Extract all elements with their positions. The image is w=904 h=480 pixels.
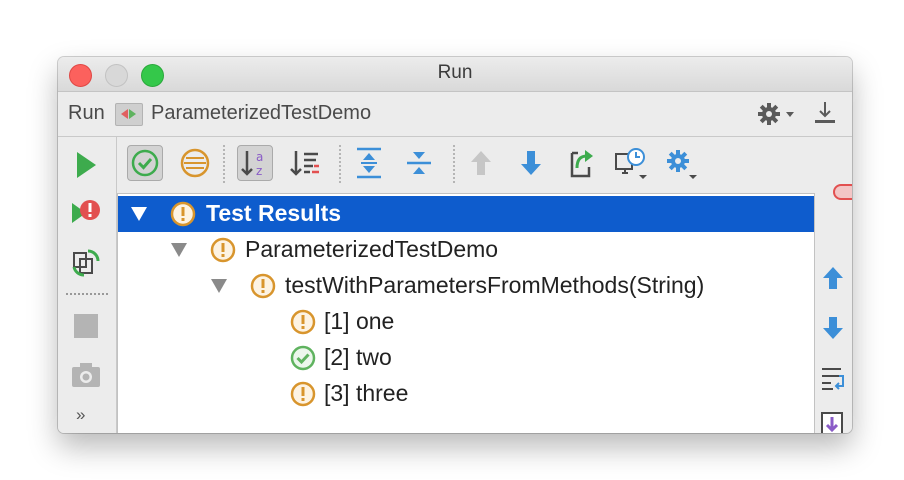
sort-alphabetically-icon: a z — [241, 150, 263, 178]
rerun-failed-button[interactable] — [70, 197, 102, 229]
test-history-icon — [615, 148, 647, 179]
toolbar-divider — [66, 293, 108, 295]
tree-row-label: [2] two — [324, 344, 392, 370]
next-failed-icon — [521, 151, 541, 175]
show-passed-icon — [131, 149, 159, 177]
tree-row-test-method[interactable]: testWithParametersFromMethods(String) — [118, 268, 814, 304]
tree-row-test-case[interactable]: [1] one — [118, 304, 814, 340]
sort-alphabetically-button[interactable]: a z — [237, 145, 273, 181]
next-failed-button[interactable] — [513, 145, 549, 181]
toolbar-separator — [339, 145, 341, 183]
expanded-triangle-icon[interactable] — [130, 206, 148, 222]
collapse-all-icon — [407, 152, 431, 174]
expanded-triangle-icon[interactable] — [170, 242, 188, 258]
run-config-tab[interactable]: ParameterizedTestDemo — [151, 102, 371, 125]
scroll-to-end-button[interactable] — [819, 411, 847, 433]
ignored-status-icon — [290, 381, 316, 407]
rerun-icon — [77, 152, 96, 178]
toggle-auto-test-button[interactable] — [70, 247, 102, 279]
ignored-status-icon — [290, 309, 316, 335]
expand-all-icon — [357, 147, 381, 179]
test-toolbar: a z — [117, 137, 817, 193]
ignored-status-icon — [210, 237, 236, 263]
run-tab-header: Run ParameterizedTestDemo — [58, 92, 852, 137]
show-ignored-button[interactable] — [177, 145, 213, 181]
console-right-toolbar: » — [815, 184, 852, 433]
show-passed-button[interactable] — [127, 145, 163, 181]
screenshot-button[interactable] — [70, 359, 102, 391]
tree-row-label: [3] three — [324, 380, 409, 406]
minimize-icon — [815, 102, 835, 123]
test-settings-button[interactable] — [663, 145, 699, 181]
passed-status-icon — [290, 345, 316, 371]
scroll-down-button[interactable] — [819, 313, 847, 343]
panel-label: Run — [68, 102, 105, 124]
title-bar: Run — [58, 57, 852, 92]
tree-row-label: testWithParametersFromMethods(String) — [285, 272, 705, 298]
tree-row-label: [1] one — [324, 308, 395, 334]
run-left-toolbar: » — [58, 137, 117, 433]
export-results-icon — [570, 150, 593, 178]
soft-wrap-button[interactable] — [819, 363, 847, 393]
collapse-all-button[interactable] — [401, 145, 437, 181]
up-arrow-icon — [823, 267, 843, 289]
rerun-failed-icon — [72, 200, 100, 223]
svg-text:z: z — [256, 164, 262, 178]
test-results-tree: Test Results ParameterizedTestDemo testW — [117, 193, 815, 433]
settings-button[interactable] — [756, 100, 798, 128]
stop-button[interactable] — [70, 310, 102, 342]
hide-panel-button[interactable] — [812, 100, 838, 128]
tree-row-test-class[interactable]: ParameterizedTestDemo — [118, 232, 814, 268]
down-arrow-icon — [823, 317, 843, 339]
show-ignored-icon — [180, 148, 210, 178]
svg-text:a: a — [256, 150, 263, 164]
tree-row-label: ParameterizedTestDemo — [245, 236, 499, 262]
run-window: Run Run ParameterizedTestDemo » a z Test… — [58, 57, 852, 433]
scroll-up-button[interactable] — [819, 263, 847, 293]
toggle-auto-test-icon — [72, 249, 100, 277]
rerun-button[interactable] — [70, 149, 102, 181]
toolbar-separator — [223, 145, 225, 183]
sort-by-duration-icon — [290, 151, 319, 176]
gear-icon — [758, 103, 794, 125]
expand-all-button[interactable] — [351, 145, 387, 181]
camera-icon — [72, 363, 100, 387]
previous-failed-button[interactable] — [463, 145, 499, 181]
previous-failed-icon — [471, 151, 491, 175]
tree-row-test-results[interactable]: Test Results — [118, 196, 814, 232]
more-actions-chevron[interactable]: » — [76, 405, 86, 425]
soft-wrap-icon — [822, 368, 844, 390]
stop-icon — [74, 314, 98, 338]
test-settings-icon — [667, 150, 697, 179]
sort-by-duration-button[interactable] — [287, 145, 323, 181]
tree-row-label: Test Results — [206, 200, 342, 226]
ignored-status-icon — [170, 201, 196, 227]
tree-row-test-case[interactable]: [2] two — [118, 340, 814, 376]
tree-row-test-case[interactable]: [3] three — [118, 376, 814, 412]
test-history-button[interactable] — [613, 145, 649, 181]
expanded-triangle-icon[interactable] — [210, 278, 228, 294]
hidden-toggle-icon[interactable] — [833, 181, 852, 203]
export-results-button[interactable] — [563, 145, 599, 181]
toolbar-separator — [453, 145, 455, 183]
run-config-icon — [115, 103, 143, 126]
scroll-to-end-icon — [821, 412, 843, 433]
window-title: Run — [437, 62, 473, 83]
ignored-status-icon — [250, 273, 276, 299]
